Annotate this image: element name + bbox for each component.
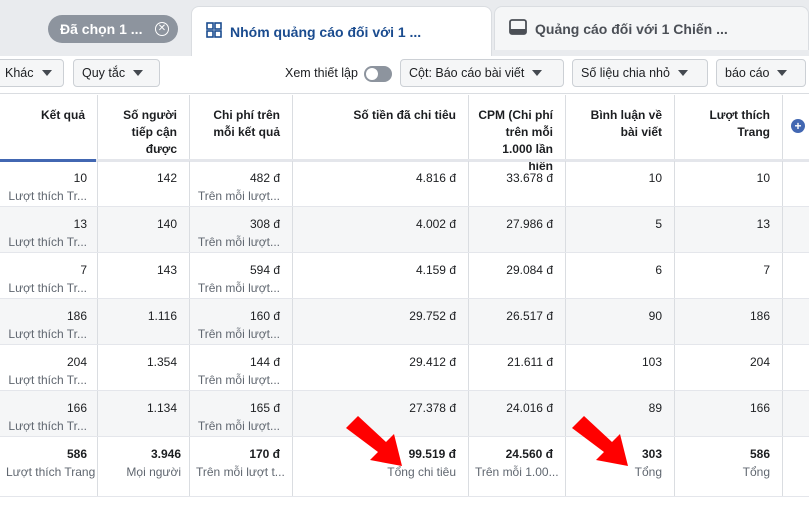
cell-comments: 90	[566, 299, 675, 344]
view-setup-toggle[interactable]	[364, 66, 392, 82]
tab-ad-sets[interactable]: Nhóm quảng cáo đối với 1 ...	[191, 6, 492, 56]
tab-ad-sets-label: Nhóm quảng cáo đối với 1 ...	[230, 23, 422, 40]
selected-pill-label: Đã chọn 1 ...	[60, 21, 143, 37]
red-arrow-icon	[346, 416, 402, 466]
cell-amount-spent: 4.816 đ	[293, 161, 469, 206]
tab-ads-label: Quảng cáo đối với 1 Chiến ...	[535, 20, 728, 37]
view-setup-label: Xem thiết lập	[285, 66, 358, 80]
cell-cost-per-result: 594 đ Trên mỗi lượt...	[190, 253, 293, 298]
cell-reach: 1.116	[98, 299, 190, 344]
columns-label: Cột: Báo cáo bài viết	[409, 66, 525, 80]
cell-cost-per-result: 482 đ Trên mỗi lượt...	[190, 161, 293, 206]
cell-cpm: 24.016 đ	[469, 391, 566, 436]
rules-dropdown[interactable]: Quy tắc	[73, 59, 160, 87]
cell-reach: 1.134	[98, 391, 190, 436]
cell-cpm: 26.517 đ	[469, 299, 566, 344]
cell-cost-per-result: 144 đ Trên mỗi lượt...	[190, 345, 293, 390]
column-header[interactable]: Lượt thích Trang	[675, 95, 783, 161]
cell-page-likes: 166	[675, 391, 783, 436]
cell-reach: 140	[98, 207, 190, 252]
table-row[interactable]: 204 Lượt thích Tr... 1.354 144 đ Trên mỗi lư…	[0, 345, 809, 391]
total-results: 586 Lượt thích Trang	[0, 437, 98, 496]
cell-results: 10 Lượt thích Tr...	[0, 161, 98, 206]
ad-icon	[509, 19, 527, 38]
cell-cost-per-result: 165 đ Trên mỗi lượt...	[190, 391, 293, 436]
table-row[interactable]: 7 Lượt thích Tr... 143 594 đ Trên mỗi lượt..…	[0, 253, 809, 299]
cell-page-likes: 10	[675, 161, 783, 206]
cell-comments: 10	[566, 161, 675, 206]
toggle-knob	[366, 68, 378, 80]
rules-label: Quy tắc	[82, 66, 126, 80]
breakdown-dropdown[interactable]: Số liệu chia nhỏ	[572, 59, 708, 87]
column-header[interactable]: Chi phí trên mỗi kết quả	[190, 95, 293, 161]
more-label: Khác	[5, 66, 34, 80]
cell-cpm: 27.986 đ	[469, 207, 566, 252]
cell-results: 186 Lượt thích Tr...	[0, 299, 98, 344]
cell-page-likes: 204	[675, 345, 783, 390]
cell-page-likes: 186	[675, 299, 783, 344]
total-reach: 3.946 Mọi người	[98, 437, 190, 496]
cell-reach: 142	[98, 161, 190, 206]
chevron-down-icon	[532, 70, 543, 76]
cell-reach: 1.354	[98, 345, 190, 390]
red-arrow-icon	[572, 416, 628, 466]
more-dropdown[interactable]: Khác	[0, 59, 64, 87]
total-cost-per-result: 170 đ Trên mỗi lượt t...	[190, 437, 293, 496]
cell-cpm: 29.084 đ	[469, 253, 566, 298]
columns-dropdown[interactable]: Cột: Báo cáo bài viết	[400, 59, 564, 87]
cell-page-likes: 13	[675, 207, 783, 252]
cell-cost-per-result: 160 đ Trên mỗi lượt...	[190, 299, 293, 344]
grid-icon	[206, 22, 222, 41]
add-column-icon[interactable]: +	[791, 119, 805, 133]
cell-amount-spent: 4.002 đ	[293, 207, 469, 252]
tab-ads[interactable]: Quảng cáo đối với 1 Chiến ...	[494, 6, 809, 50]
cell-cpm: 33.678 đ	[469, 161, 566, 206]
cell-comments: 5	[566, 207, 675, 252]
cell-cpm: 21.611 đ	[469, 345, 566, 390]
toolbar: Khác Quy tắc Xem thiết lập Cột: Báo cáo …	[0, 56, 809, 94]
table-row[interactable]: 13 Lượt thích Tr... 140 308 đ Trên mỗi lượt.…	[0, 207, 809, 253]
cell-amount-spent: 4.159 đ	[293, 253, 469, 298]
breakdown-label: Số liệu chia nhỏ	[581, 66, 670, 80]
cell-comments: 6	[566, 253, 675, 298]
total-cpm: 24.560 đ Trên mỗi 1.00...	[469, 437, 566, 496]
reports-dropdown[interactable]: báo cáo	[716, 59, 806, 87]
cell-amount-spent: 29.412 đ	[293, 345, 469, 390]
cell-page-likes: 7	[675, 253, 783, 298]
tab-strip: Đã chọn 1 ... ✕ Nhóm quảng cáo đối với 1…	[0, 0, 809, 56]
total-page-likes: 586 Tổng	[675, 437, 783, 496]
cell-comments: 103	[566, 345, 675, 390]
chevron-down-icon	[41, 70, 52, 76]
cell-results: 166 Lượt thích Tr...	[0, 391, 98, 436]
cell-amount-spent: 29.752 đ	[293, 299, 469, 344]
cell-results: 7 Lượt thích Tr...	[0, 253, 98, 298]
cell-results: 204 Lượt thích Tr...	[0, 345, 98, 390]
table-row[interactable]: 186 Lượt thích Tr... 1.116 160 đ Trên mỗi lư…	[0, 299, 809, 345]
column-header[interactable]: Số người tiếp cận được	[98, 95, 190, 161]
cell-reach: 143	[98, 253, 190, 298]
selected-filter-pill[interactable]: Đã chọn 1 ... ✕	[48, 15, 178, 43]
chevron-down-icon	[133, 70, 144, 76]
table-row[interactable]: 10 Lượt thích Tr... 142 482 đ Trên mỗi lượt.…	[0, 161, 809, 207]
column-header[interactable]: Số tiền đã chi tiêu	[293, 95, 469, 161]
column-header[interactable]: CPM (Chi phí trên mỗi 1.000 lần hiển	[469, 95, 566, 173]
close-icon[interactable]: ✕	[155, 22, 169, 36]
cell-cost-per-result: 308 đ Trên mỗi lượt...	[190, 207, 293, 252]
column-header[interactable]: Bình luận về bài viết	[566, 95, 675, 161]
reports-label: báo cáo	[725, 66, 770, 80]
chevron-down-icon	[677, 70, 688, 76]
cell-results: 13 Lượt thích Tr...	[0, 207, 98, 252]
chevron-down-icon	[777, 70, 788, 76]
column-header[interactable]: Kết quả	[0, 95, 98, 161]
